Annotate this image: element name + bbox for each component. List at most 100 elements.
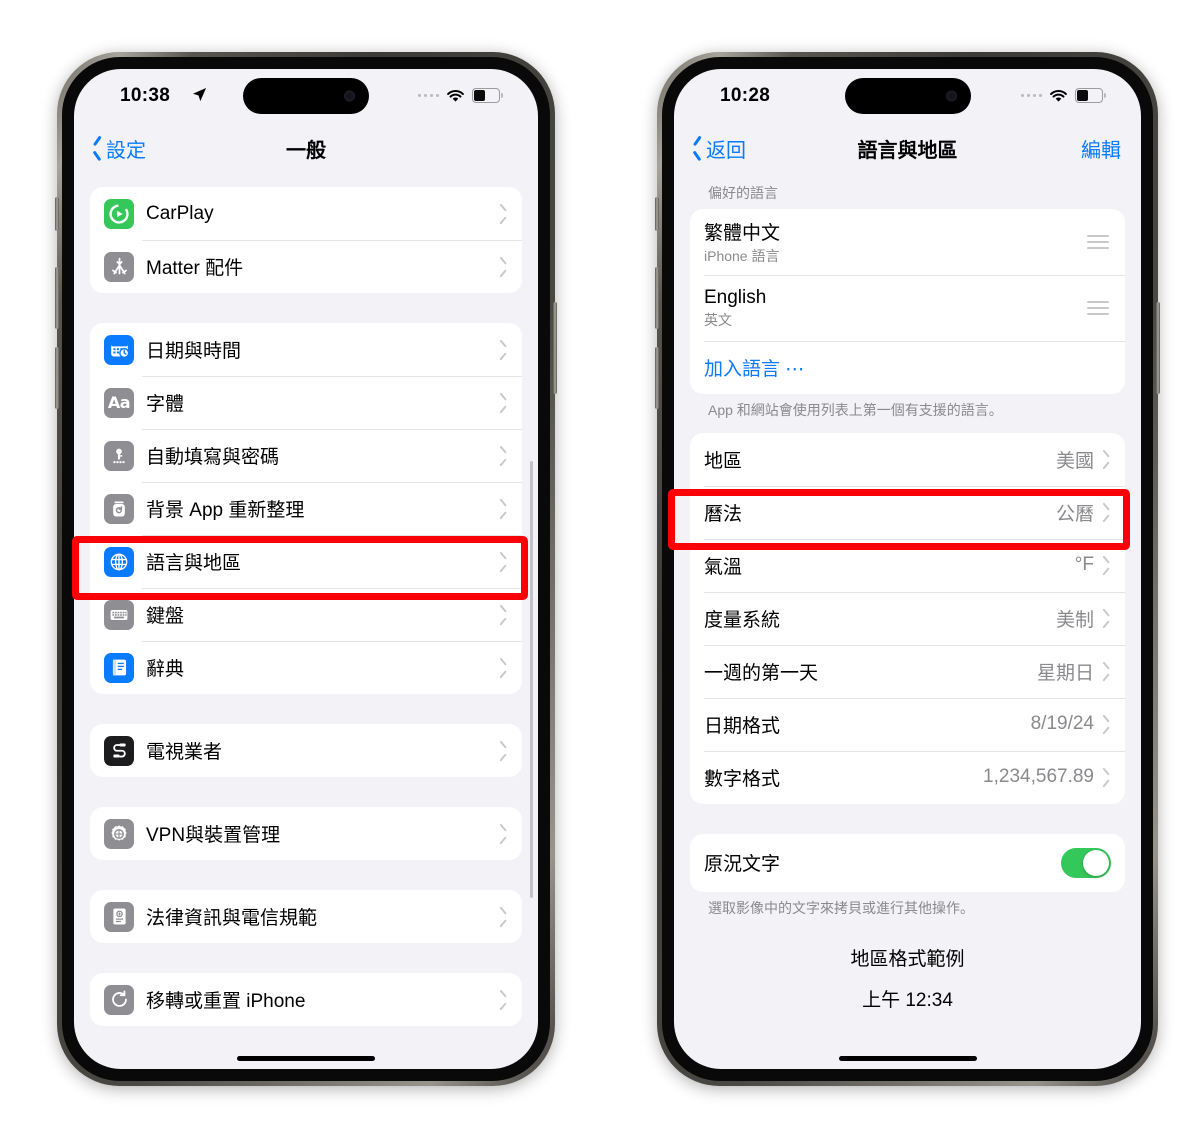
row-label: 數字格式 [704,768,781,790]
row-vpn-device-management[interactable]: VPN與裝置管理 [90,807,522,860]
row-region[interactable]: 地區 美國 [690,433,1125,486]
left-settings-list[interactable]: CarPlay Matter 配件 日期與時間 Aa 字體 自動填寫與密碼 背景… [74,171,538,1069]
region-example-title: 地區格式範例 [850,948,965,970]
home-indicator [838,1056,977,1061]
settings-group-tv-provider: 電視業者 [90,724,522,777]
edit-button[interactable]: 編輯 [1081,134,1121,163]
back-button-label: 返回 [706,139,746,162]
row-fonts[interactable]: Aa 字體 [90,376,522,429]
volume-down-button[interactable] [655,347,659,409]
row-label: 氣溫 [704,556,743,578]
volume-up-button[interactable] [55,267,59,329]
power-button[interactable] [553,302,557,394]
row-autofill-passwords[interactable]: 自動填寫與密碼 [90,429,522,482]
chevron-left-icon [92,139,103,158]
row-temperature[interactable]: 氣溫 °F [690,538,1125,592]
chevron-right-icon [499,259,508,274]
chevron-right-icon [499,992,508,1007]
cellular-dots-icon [417,93,439,98]
row-dictionary[interactable]: 辭典 [90,641,522,694]
row-label: 自動填寫與密碼 [146,447,280,468]
status-time: 10:28 [720,85,771,106]
row-label: 電視業者 [146,742,223,763]
row-label: 法律資訊與電信規範 [146,908,318,929]
row-label: 辭典 [146,659,185,680]
right-phone-device: 10:28 返回 語言與地區 編輯 偏好的語言 繁體中文 iPhone 語言 E… [655,52,1160,1086]
back-button-return[interactable]: 返回 [692,134,746,163]
language-text-block: 繁體中文 iPhone 語言 [704,218,1087,266]
row-label: 原況文字 [704,854,781,876]
row-tv-provider[interactable]: 電視業者 [90,724,522,777]
volume-up-button[interactable] [655,267,659,329]
settings-group-transfer-reset: 移轉或重置 iPhone [90,973,522,1026]
add-language-row[interactable]: 加入語言 ⋯ [690,341,1125,394]
status-time: 10:38 [120,85,171,106]
row-live-text[interactable]: 原況文字 [690,834,1125,892]
row-date-format[interactable]: 日期格式 8/19/24 [690,697,1125,751]
settings-group-general: 日期與時間 Aa 字體 自動填寫與密碼 背景 App 重新整理 語言與地區 鍵盤… [90,323,522,694]
home-indicator [237,1056,375,1061]
location-arrow-icon [192,87,207,106]
battery-icon [472,88,503,103]
preferred-languages-card: 繁體中文 iPhone 語言 English 英文 加入語言 ⋯ [690,209,1125,394]
row-language-region[interactable]: 語言與地區 [90,535,522,588]
row-value: 美國 [1055,450,1094,472]
row-label: 語言與地區 [146,553,242,574]
live-text-footer: 選取影像中的文字來拷貝或進行其他操作。 [708,899,974,916]
left-phone-bezel: 10:38 設定 一般 CarPlay Matter 配件 日期與時間 Aa 字… [62,57,550,1081]
power-button[interactable] [1156,302,1160,394]
language-item-traditional-chinese[interactable]: 繁體中文 iPhone 語言 [690,209,1125,275]
row-carplay[interactable]: CarPlay [90,187,522,240]
chevron-right-icon [1102,770,1111,785]
row-measurement-system[interactable]: 度量系統 美制 [690,591,1125,645]
row-background-app-refresh[interactable]: 背景 App 重新整理 [90,482,522,535]
row-first-day-of-week[interactable]: 一週的第一天 星期日 [690,644,1125,698]
language-region-icon [104,546,134,577]
language-text-block: English 英文 [704,287,1087,330]
screenshot-stage: 10:38 設定 一般 CarPlay Matter 配件 日期與時間 Aa 字… [0,0,1200,1134]
row-keyboard[interactable]: 鍵盤 [90,588,522,641]
back-button-settings[interactable]: 設定 [92,134,146,163]
chevron-right-icon [1102,717,1111,732]
chevron-right-icon [499,554,508,569]
right-settings-list[interactable]: 偏好的語言 繁體中文 iPhone 語言 English 英文 加入語言 ⋯ A… [674,171,1141,1069]
row-label: 日期與時間 [146,341,242,362]
row-legal-regulatory[interactable]: 法律資訊與電信規範 [90,890,522,943]
chevron-right-icon [1102,664,1111,679]
scrollbar-thumb[interactable] [530,461,533,898]
silent-switch[interactable] [55,197,59,231]
row-label: VPN與裝置管理 [146,825,281,846]
wifi-icon [1049,89,1068,103]
settings-group-carplay: CarPlay Matter 配件 [90,187,522,293]
right-phone-screen: 10:28 返回 語言與地區 編輯 偏好的語言 繁體中文 iPhone 語言 E… [674,69,1141,1069]
reorder-handle-icon[interactable] [1087,235,1109,249]
language-item-english[interactable]: English 英文 [690,275,1125,341]
row-label: 鍵盤 [146,606,185,627]
keyboard-icon [104,599,134,630]
row-value: °F [1074,554,1094,576]
dynamic-island [844,78,971,114]
volume-down-button[interactable] [55,347,59,409]
chevron-right-icon [499,206,508,221]
live-text-toggle[interactable] [1061,847,1111,878]
chevron-right-icon [499,909,508,924]
dictionary-icon [104,652,134,683]
fonts-icon: Aa [104,387,134,418]
row-date-time[interactable]: 日期與時間 [90,323,522,376]
row-calendar[interactable]: 曆法 公曆 [690,485,1125,539]
chevron-right-icon [1102,505,1111,520]
legal-icon [104,901,134,932]
matter-icon [104,251,134,282]
row-label: 背景 App 重新整理 [146,500,305,521]
row-value: 公曆 [1055,503,1094,525]
add-language-label: 加入語言 ⋯ [704,359,805,380]
row-matter[interactable]: Matter 配件 [90,240,522,293]
row-value: 美制 [1055,609,1094,631]
reorder-handle-icon[interactable] [1087,301,1109,315]
preferred-languages-header: 偏好的語言 [708,185,778,201]
chevron-right-icon [499,607,508,622]
row-number-format[interactable]: 數字格式 1,234,567.89 [690,750,1125,804]
silent-switch[interactable] [655,197,659,231]
row-transfer-reset-iphone[interactable]: 移轉或重置 iPhone [90,973,522,1026]
preferred-languages-footer: App 和網站會使用列表上第一個有支援的語言。 [708,402,1003,418]
